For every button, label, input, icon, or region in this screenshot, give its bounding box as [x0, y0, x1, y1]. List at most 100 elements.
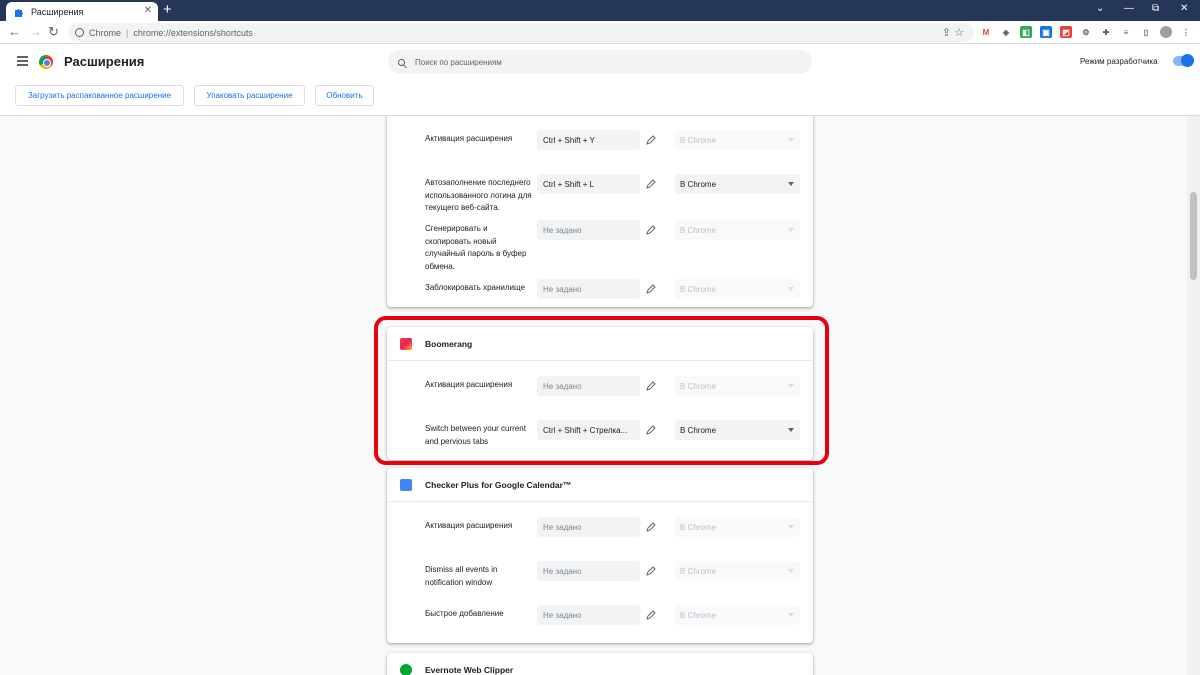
pencil-icon[interactable] [646, 522, 656, 532]
tab-extensions[interactable]: Расширения ✕ [6, 2, 158, 21]
new-tab-button[interactable]: + [163, 2, 172, 18]
pencil-icon[interactable] [646, 135, 656, 145]
page-title: Расширения [64, 54, 145, 69]
share-and-bookmark-icons[interactable]: ⇪ ☆ [942, 26, 964, 39]
update-button[interactable]: Обновить [315, 85, 374, 106]
calendar-extension-icon[interactable]: ▣ [1040, 26, 1052, 38]
extension-name: Checker Plus for Google Calendar™ [425, 480, 572, 490]
puzzle-icon [15, 8, 23, 17]
shortcut-input[interactable]: Ctrl + Shift + Стрелка... [537, 420, 640, 440]
shortcut-label: Быстрое добавление [425, 609, 504, 618]
scope-select[interactable]: В Chrome [675, 605, 800, 625]
green-extension-icon[interactable]: ◧ [1020, 26, 1032, 38]
card-header: Boomerang [387, 327, 813, 361]
dropdown-caret-icon [788, 138, 794, 142]
address-separator: | [126, 27, 129, 38]
scope-select[interactable]: В Chrome [675, 561, 800, 581]
dropdown-caret-icon [788, 428, 794, 432]
scope-value: В Chrome [680, 566, 717, 576]
extension-toolbar: M ◈ ◧ ▣ ◩ ⚙ ✚ ≡ ▯ ⋮ [980, 26, 1192, 38]
pencil-icon[interactable] [646, 425, 656, 435]
forward-icon[interactable]: → [29, 23, 42, 41]
dropdown-caret-icon [788, 613, 794, 617]
tab-search-icon[interactable]: ⌄ [1096, 3, 1104, 15]
dropdown-caret-icon [788, 569, 794, 573]
hamburger-menu-icon[interactable] [17, 56, 28, 68]
settings-extension-icon[interactable]: ⚙ [1080, 26, 1092, 38]
scope-value: В Chrome [680, 284, 717, 294]
load-unpacked-button[interactable]: Загрузить распакованное расширение [15, 85, 184, 106]
shortcut-label: Заблокировать хранилище [425, 283, 525, 292]
card-header: Checker Plus for Google Calendar™ [387, 468, 813, 502]
shortcut-input[interactable]: Не задано [537, 220, 640, 240]
dev-mode-toggle[interactable] [1173, 54, 1194, 67]
pencil-icon[interactable] [646, 566, 656, 576]
pencil-icon[interactable] [646, 179, 656, 189]
card-header: Evernote Web Clipper [387, 653, 813, 675]
restore-button[interactable]: ⧉ [1152, 3, 1159, 15]
shortcut-input[interactable]: Не задано [537, 279, 640, 299]
dropdown-caret-icon [788, 228, 794, 232]
profile-avatar[interactable] [1160, 26, 1172, 38]
red-extension-icon[interactable]: ◩ [1060, 26, 1072, 38]
dropdown-caret-icon [788, 525, 794, 529]
shortcut-input[interactable]: Ctrl + Shift + L [537, 174, 640, 194]
chrome-logo-icon [39, 55, 53, 69]
scope-value: В Chrome [680, 381, 717, 391]
shortcut-label: Активация расширения [425, 521, 513, 530]
scope-value: В Chrome [680, 522, 717, 532]
pencil-icon[interactable] [646, 284, 656, 294]
back-icon[interactable]: ← [8, 23, 21, 41]
chrome-page-icon [75, 28, 84, 37]
scope-select[interactable]: В Chrome [675, 420, 800, 440]
tab-close-icon[interactable]: ✕ [144, 5, 152, 16]
boomerang-icon [400, 338, 412, 350]
split-view-icon[interactable]: ▯ [1140, 26, 1152, 38]
browser-toolbar: ← → ↻ Chrome | chrome://extensions/short… [0, 21, 1200, 44]
scope-select[interactable]: В Chrome [675, 517, 800, 537]
address-bar[interactable]: Chrome | chrome://extensions/shortcuts ⇪… [68, 23, 974, 42]
gmail-extension-icon[interactable]: M [980, 26, 992, 38]
shortcut-input[interactable]: Не задано [537, 561, 640, 581]
pencil-icon[interactable] [646, 381, 656, 391]
evernote-elephant-icon [400, 664, 412, 675]
shortcut-label: Switch between your current and pervious… [425, 424, 526, 446]
address-site-label: Chrome [89, 27, 122, 38]
dropdown-caret-icon [788, 287, 794, 291]
shortcut-input[interactable]: Не задано [537, 376, 640, 396]
reading-list-icon[interactable]: ≡ [1120, 26, 1132, 38]
scope-value: В Chrome [680, 135, 717, 145]
scope-select[interactable]: В Chrome [675, 220, 800, 240]
pack-extension-button[interactable]: Упаковать расширение [194, 85, 305, 106]
scope-select[interactable]: В Chrome [675, 376, 800, 396]
shortcut-input[interactable]: Не задано [537, 605, 640, 625]
scope-select[interactable]: В Chrome [675, 174, 800, 194]
close-window-button[interactable]: ✕ [1180, 3, 1188, 15]
minimize-button[interactable]: — [1124, 3, 1134, 15]
calendar-icon [400, 479, 412, 491]
shortcut-label: Сгенерировать и скопировать новый случай… [425, 224, 527, 271]
title-bar: Расширения ✕ + ⌄ — ⧉ ✕ [0, 0, 1200, 21]
page-scrollbar[interactable] [1187, 116, 1200, 675]
extensions-header: Расширения Поиск по расширениям Режим ра… [0, 44, 1200, 116]
shortcut-input[interactable]: Ctrl + Shift + Y [537, 130, 640, 150]
pencil-icon[interactable] [646, 610, 656, 620]
extensions-puzzle-icon[interactable]: ✚ [1100, 26, 1112, 38]
scope-value: В Chrome [680, 179, 717, 189]
scope-value: В Chrome [680, 610, 717, 620]
scrollbar-thumb[interactable] [1190, 192, 1197, 280]
scope-select[interactable]: В Chrome [675, 130, 800, 150]
extension-card-evernote: Evernote Web Clipper [387, 653, 813, 675]
shortcut-label: Dismiss all events in notification windo… [425, 565, 498, 587]
shortcut-label: Автозаполнение последнего использованног… [425, 178, 532, 212]
reload-icon[interactable]: ↻ [48, 23, 59, 41]
extension-name: Evernote Web Clipper [425, 665, 514, 675]
shortcut-label: Активация расширения [425, 134, 513, 143]
shortcut-input[interactable]: Не задано [537, 517, 640, 537]
scope-select[interactable]: В Chrome [675, 279, 800, 299]
pencil-icon[interactable] [646, 225, 656, 235]
menu-dots-icon[interactable]: ⋮ [1180, 26, 1192, 38]
search-input[interactable]: Поиск по расширениям [388, 50, 812, 74]
tab-title: Расширения [31, 6, 84, 17]
eraser-extension-icon[interactable]: ◈ [1000, 26, 1012, 38]
